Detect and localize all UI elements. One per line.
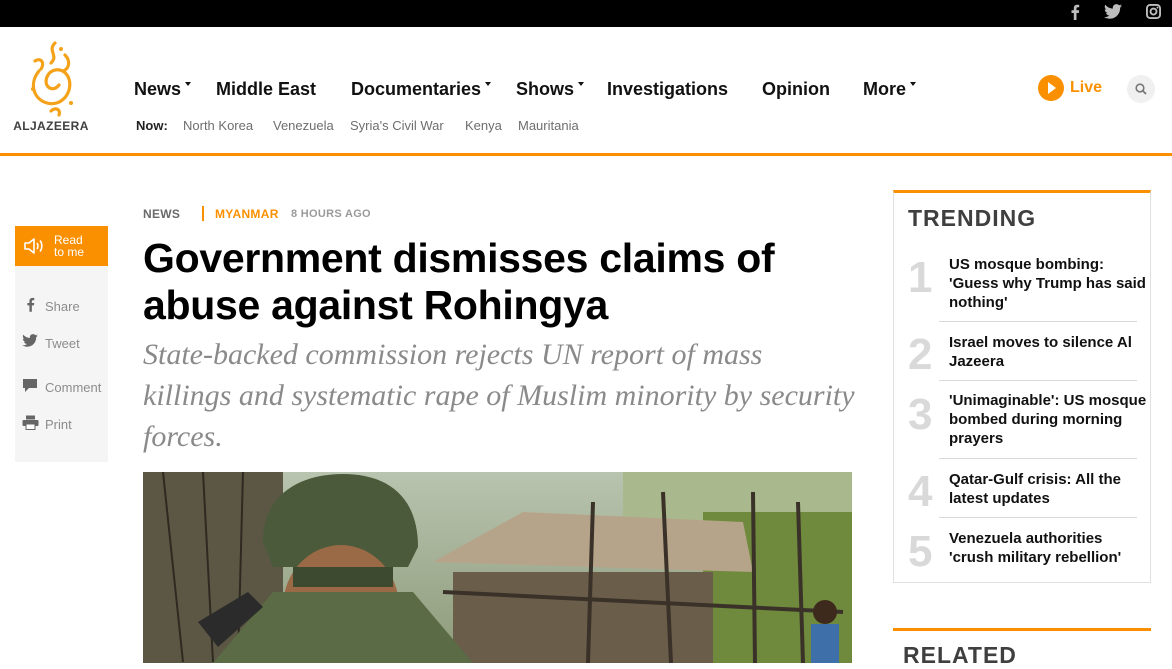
related-panel: RELATED <box>893 628 1151 668</box>
trending-panel: TRENDING 1 US mosque bombing: 'Guess why… <box>893 190 1151 583</box>
comment-label: Comment <box>45 380 102 395</box>
trending-link[interactable]: US mosque bombing: 'Guess why Trump has … <box>949 255 1147 312</box>
nav-more[interactable]: More <box>863 79 917 100</box>
kicker-divider <box>202 206 204 221</box>
nav-opinion-label: Opinion <box>762 79 830 99</box>
now-link-syria[interactable]: Syria's Civil War <box>350 118 444 133</box>
trending-rank: 4 <box>908 467 933 516</box>
twitter-icon[interactable] <box>1103 4 1123 22</box>
chevron-down-icon <box>485 82 492 87</box>
chevron-down-icon <box>910 82 917 87</box>
share-label: Share <box>45 299 80 314</box>
divider <box>939 321 1137 322</box>
trending-rank: 2 <box>908 330 933 379</box>
trending-link[interactable]: 'Unimaginable': US mosque bombed during … <box>949 391 1147 448</box>
now-link-kenya[interactable]: Kenya <box>465 118 502 133</box>
section-link[interactable]: NEWS <box>143 207 180 221</box>
nav-more-label: More <box>863 79 907 99</box>
now-link-north-korea[interactable]: North Korea <box>183 118 253 133</box>
chevron-down-icon <box>578 82 585 87</box>
nav-opinion[interactable]: Opinion <box>762 79 830 100</box>
aljazeera-logo[interactable]: ALJAZEERA <box>12 41 90 135</box>
trending-rank: 5 <box>908 527 933 576</box>
twitter-icon <box>21 334 39 352</box>
nav-investigations[interactable]: Investigations <box>607 79 728 100</box>
nav-shows[interactable]: Shows <box>516 79 585 100</box>
trending-rank: 3 <box>908 390 933 439</box>
site-header: ALJAZEERA News Middle East Documentaries… <box>0 27 1172 156</box>
hero-image <box>143 472 852 663</box>
trending-rank: 1 <box>908 253 933 302</box>
now-link-venezuela[interactable]: Venezuela <box>273 118 334 133</box>
nav-documentaries[interactable]: Documentaries <box>351 79 492 100</box>
trending-link[interactable]: Venezuela authorities 'crush military re… <box>949 529 1147 567</box>
article-standfirst: State-backed commission rejects UN repor… <box>143 338 855 453</box>
divider <box>939 380 1137 381</box>
read-to-me-label: Read to me <box>54 233 85 259</box>
printer-icon <box>21 415 39 433</box>
trending-link[interactable]: Qatar-Gulf crisis: All the latest update… <box>949 470 1147 508</box>
social-bar <box>0 0 1172 27</box>
topic-link[interactable]: MYANMAR <box>215 207 279 221</box>
now-label: Now: <box>136 118 168 133</box>
nav-middle-east-label: Middle East <box>216 79 317 99</box>
nav-middle-east[interactable]: Middle East <box>216 79 316 100</box>
nav-documentaries-label: Documentaries <box>351 79 482 99</box>
nav-shows-label: Shows <box>516 79 575 99</box>
divider <box>939 458 1137 459</box>
publish-time: 8 HOURS AGO <box>291 208 371 220</box>
article-headline: Government dismisses claims of abuse aga… <box>143 235 775 328</box>
live-label: Live <box>1070 79 1103 96</box>
search-icon <box>1135 83 1147 95</box>
facebook-icon <box>21 297 39 315</box>
nav-news-label: News <box>134 79 182 99</box>
trending-link[interactable]: Israel moves to silence Al Jazeera <box>949 333 1147 371</box>
speaker-icon <box>24 238 43 254</box>
tweet-label: Tweet <box>45 336 80 351</box>
read-to-me-button[interactable]: Read to me <box>15 226 108 266</box>
play-icon <box>1038 75 1064 101</box>
nav-news[interactable]: News <box>134 79 192 100</box>
print-label: Print <box>45 417 72 432</box>
divider <box>939 517 1137 518</box>
instagram-icon[interactable] <box>1143 4 1163 22</box>
logo-wordmark: ALJAZEERA <box>13 119 89 133</box>
chevron-down-icon <box>185 82 192 87</box>
search-button[interactable] <box>1127 75 1155 103</box>
now-link-mauritania[interactable]: Mauritania <box>518 118 579 133</box>
nav-investigations-label: Investigations <box>607 79 729 99</box>
logo-calligraphy-icon <box>31 41 73 117</box>
share-rail: Share Tweet Comment Print <box>15 266 108 462</box>
facebook-icon[interactable] <box>1065 4 1085 22</box>
comment-icon <box>21 378 39 396</box>
trending-title: TRENDING <box>908 205 1037 231</box>
related-title: RELATED <box>903 642 1017 668</box>
